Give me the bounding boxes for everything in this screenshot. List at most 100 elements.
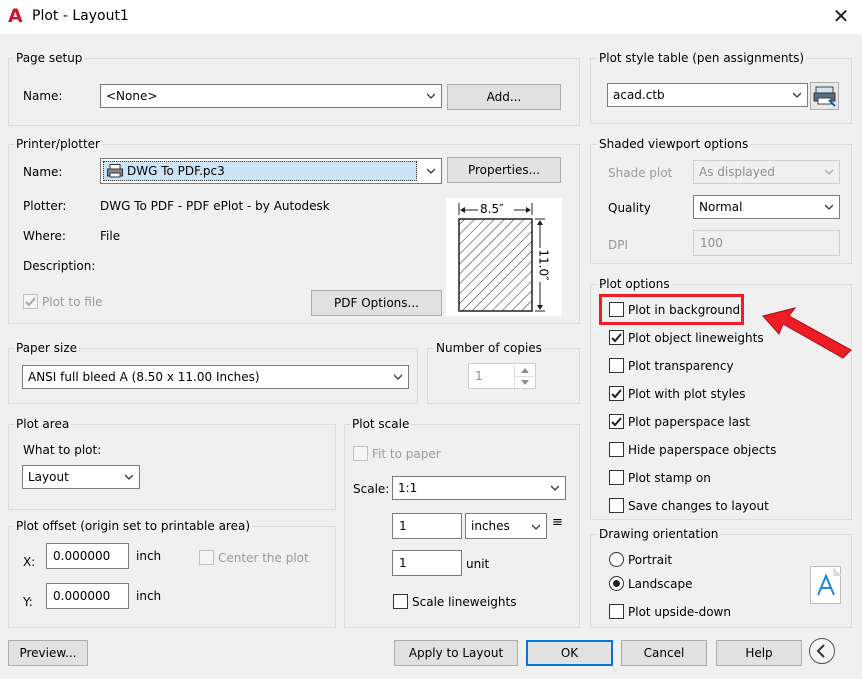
units-dropdown[interactable]: inches — [465, 513, 547, 539]
landscape-label: Landscape — [628, 577, 693, 591]
ok-button[interactable]: OK — [526, 640, 613, 666]
drawing-orientation-label: Drawing orientation — [597, 527, 721, 541]
plot-option-label: Plot stamp on — [628, 471, 711, 485]
preview-width-label: 8.5″ — [480, 202, 504, 216]
where-value: File — [100, 229, 121, 243]
plot-option-label: Plot transparency — [628, 359, 734, 373]
chevron-down-icon — [825, 204, 833, 210]
checkmark-icon — [611, 417, 622, 427]
plot-option-checkbox[interactable] — [609, 358, 624, 373]
plotter-label: Plotter: — [23, 199, 67, 213]
plot-style-dropdown[interactable]: acad.ctb — [607, 83, 808, 107]
what-to-plot-value: Layout — [28, 470, 69, 484]
fit-to-paper-checkbox[interactable] — [353, 446, 368, 461]
copies-label: Number of copies — [434, 341, 544, 355]
cancel-button[interactable]: Cancel — [621, 640, 707, 666]
close-icon[interactable]: ✕ — [826, 4, 856, 28]
offset-x-label: X: — [23, 555, 36, 569]
scale-dropdown[interactable]: 1:1 — [392, 476, 566, 500]
copies-spinner[interactable]: 1 — [468, 363, 536, 389]
spin-up-icon[interactable] — [514, 365, 534, 376]
quality-dropdown[interactable]: Normal — [693, 195, 840, 219]
plot-style-label: Plot style table (pen assignments) — [597, 51, 807, 65]
plot-option-label: Plot with plot styles — [628, 387, 746, 401]
center-plot-label: Center the plot — [218, 551, 309, 565]
plot-option-checkbox[interactable] — [609, 470, 624, 485]
chevron-down-icon — [427, 168, 435, 174]
where-label: Where: — [23, 229, 66, 243]
offset-x-input[interactable]: 0.000000 — [46, 543, 129, 569]
plot-offset-label: Plot offset (origin set to printable are… — [14, 519, 253, 533]
chevron-down-icon — [825, 169, 833, 175]
add-page-setup-button[interactable]: Add... — [447, 84, 561, 110]
scale-value2-input[interactable]: 1 — [392, 550, 462, 576]
portrait-radio[interactable] — [609, 552, 624, 567]
description-label: Description: — [23, 259, 96, 273]
scale-lineweights-label: Scale lineweights — [412, 595, 517, 609]
plot-option-checkbox[interactable] — [609, 386, 624, 401]
shade-plot-value: As displayed — [699, 165, 775, 179]
collapse-options-button[interactable] — [809, 638, 835, 664]
preview-button[interactable]: Preview... — [8, 640, 88, 666]
scale-value1-input[interactable]: 1 — [392, 513, 462, 539]
printer-name-value: DWG To PDF.pc3 — [127, 164, 225, 178]
shade-plot-dropdown[interactable]: As displayed — [693, 160, 840, 184]
plot-option-checkbox[interactable] — [609, 330, 624, 345]
what-to-plot-label: What to plot: — [23, 443, 102, 457]
plot-option-checkbox[interactable] — [609, 442, 624, 457]
what-to-plot-dropdown[interactable]: Layout — [22, 465, 140, 489]
chevron-down-icon — [793, 92, 801, 98]
scale-lineweights-checkbox[interactable] — [393, 594, 408, 609]
pdf-options-button[interactable]: PDF Options... — [311, 290, 442, 316]
paper-size-label: Paper size — [14, 341, 80, 355]
printer-name-dropdown[interactable]: DWG To PDF.pc3 — [100, 158, 442, 184]
landscape-radio[interactable] — [609, 576, 624, 591]
scale-label: Scale: — [353, 482, 390, 496]
upside-down-label: Plot upside-down — [628, 605, 731, 619]
dpi-label: DPI — [608, 238, 629, 252]
apply-to-layout-button[interactable]: Apply to Layout — [394, 640, 518, 666]
spin-down-icon[interactable] — [514, 376, 534, 388]
checkmark-icon — [611, 389, 622, 399]
plot-options-label: Plot options — [597, 277, 672, 291]
printer-icon — [107, 164, 123, 178]
plot-option-checkbox[interactable] — [609, 498, 624, 513]
units-value: inches — [471, 519, 510, 533]
checkmark-icon — [611, 333, 622, 343]
printer-name-label: Name: — [23, 165, 63, 179]
plot-area-label: Plot area — [14, 417, 72, 431]
offset-y-unit: inch — [136, 589, 162, 603]
preview-height-label: 11.0″ — [536, 249, 551, 281]
chevron-down-icon — [532, 524, 540, 530]
offset-y-input[interactable]: 0.000000 — [46, 583, 129, 609]
window-title: Plot - Layout1 — [32, 8, 129, 24]
plot-to-file-checkbox[interactable] — [23, 294, 38, 309]
plot-option-checkbox[interactable] — [609, 414, 624, 429]
dpi-input[interactable]: 100 — [693, 230, 840, 256]
paper-size-value: ANSI full bleed A (8.50 x 11.00 Inches) — [28, 370, 260, 384]
title-bar — [0, 0, 862, 34]
quality-value: Normal — [699, 200, 743, 214]
properties-button[interactable]: Properties... — [447, 157, 561, 183]
highlight-box — [599, 294, 744, 325]
checkmark-icon — [25, 297, 36, 307]
red-arrow-icon — [762, 307, 852, 359]
edit-plot-style-button[interactable] — [810, 82, 839, 110]
plot-option-label: Plot paperspace last — [628, 415, 750, 429]
page-setup-name-dropdown[interactable]: <None> — [100, 84, 442, 108]
plot-style-editor-icon — [813, 86, 836, 107]
center-plot-checkbox[interactable] — [199, 550, 214, 565]
plot-offset-group — [8, 526, 336, 628]
offset-x-unit: inch — [136, 549, 162, 563]
equals-icon: ≡ — [552, 515, 563, 530]
chevron-down-icon — [427, 93, 435, 99]
copies-value: 1 — [475, 369, 483, 383]
portrait-label: Portrait — [628, 553, 673, 567]
paper-size-dropdown[interactable]: ANSI full bleed A (8.50 x 11.00 Inches) — [22, 365, 409, 389]
upside-down-checkbox[interactable] — [609, 604, 624, 619]
chevron-left-icon — [816, 644, 825, 658]
shaded-viewport-label: Shaded viewport options — [597, 137, 751, 151]
page-setup-name-value: <None> — [106, 89, 158, 103]
help-button[interactable]: Help — [716, 640, 802, 666]
page-setup-label: Page setup — [14, 51, 85, 65]
